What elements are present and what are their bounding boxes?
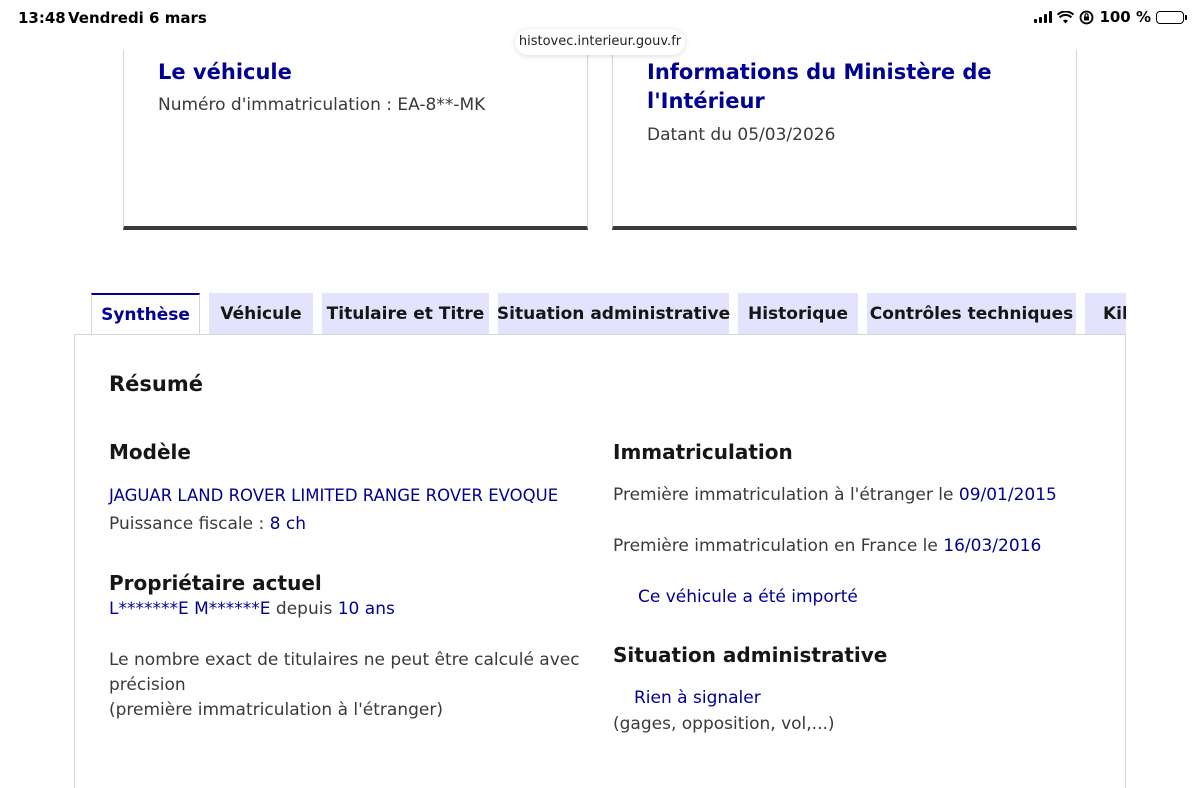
vehicle-card-title: Le véhicule: [158, 60, 292, 84]
tab-controles-techniques[interactable]: Contrôles techniques: [867, 293, 1076, 335]
admin-status-link[interactable]: Rien à signaler: [634, 688, 761, 708]
france-registration: Première immatriculation en France le 16…: [613, 534, 1041, 559]
tab-kilometrage[interactable]: Kilométrage: [1085, 293, 1126, 335]
signal-icon: [1034, 11, 1053, 23]
status-date: Vendredi 6 mars: [68, 9, 207, 27]
wifi-icon: [1057, 10, 1075, 23]
ministry-title-line2: l'Intérieur: [647, 89, 765, 113]
owner-name: L*******E M******E: [109, 599, 271, 619]
tab-bar: Synthèse Véhicule Titulaire et Titre Sit…: [91, 293, 1126, 335]
data-date-label: Datant du: [647, 125, 738, 145]
owner-heading: Propriétaire actuel: [109, 571, 322, 595]
imported-vehicle-link[interactable]: Ce véhicule a été importé: [638, 587, 858, 607]
foreign-registration: Première immatriculation à l'étranger le…: [613, 483, 1057, 508]
fiscal-power: Puissance fiscale : 8 ch: [109, 512, 306, 537]
owner-note-line3: (première immatriculation à l'étranger): [109, 700, 443, 720]
vehicle-card: Le véhicule Numéro d'immatriculation : E…: [123, 50, 588, 230]
battery-percent: 100 %: [1099, 8, 1151, 26]
plate-value: EA-8**-MK: [397, 95, 486, 115]
ministry-title-line1: Informations du Ministère de: [647, 60, 992, 84]
tab-synthese[interactable]: Synthèse: [91, 293, 200, 335]
france-registration-date: 16/03/2016: [943, 536, 1042, 556]
status-indicators: 100 %: [1034, 8, 1187, 26]
fiscal-power-value: 8 ch: [269, 514, 306, 534]
owner-line: L*******E M******E depuis 10 ans: [109, 597, 395, 622]
summary-panel: Résumé Modèle JAGUAR LAND ROVER LIMITED …: [74, 334, 1126, 788]
owner-note-line2: précision: [109, 675, 186, 695]
foreign-registration-date: 09/01/2015: [958, 485, 1057, 505]
browser-url-bar[interactable]: histovec.interieur.gouv.fr: [515, 29, 685, 55]
data-date: Datant du 05/03/2026: [647, 125, 835, 145]
registration-heading: Immatriculation: [613, 440, 793, 464]
status-time: 13:48: [18, 9, 66, 27]
owner-note-line1: Le nombre exact de titulaires ne peut êt…: [109, 650, 580, 670]
owner-count-note: Le nombre exact de titulaires ne peut êt…: [109, 648, 580, 723]
plate-number: Numéro d'immatriculation : EA-8**-MK: [158, 95, 485, 115]
model-name: JAGUAR LAND ROVER LIMITED RANGE ROVER EV…: [109, 486, 559, 505]
tab-vehicule[interactable]: Véhicule: [209, 293, 313, 335]
summary-title: Résumé: [109, 372, 203, 396]
owner-since-value: 10 ans: [337, 599, 395, 619]
plate-label: Numéro d'immatriculation :: [158, 95, 398, 115]
tab-titulaire-et-titre[interactable]: Titulaire et Titre: [322, 293, 489, 335]
data-date-value: 05/03/2026: [737, 125, 836, 145]
battery-icon: [1156, 10, 1187, 24]
tab-historique[interactable]: Historique: [738, 293, 858, 335]
ministry-card: Informations du Ministère de l'Intérieur…: [612, 50, 1077, 230]
admin-heading: Situation administrative: [613, 643, 888, 667]
fiscal-power-label: Puissance fiscale :: [109, 514, 270, 534]
rotation-lock-icon: [1080, 10, 1094, 24]
ministry-card-title: Informations du Ministère de l'Intérieur: [647, 58, 992, 116]
tab-situation-administrative[interactable]: Situation administrative: [497, 293, 730, 335]
model-heading: Modèle: [109, 440, 191, 464]
owner-since-label: depuis: [270, 599, 338, 619]
foreign-registration-label: Première immatriculation à l'étranger le: [613, 485, 959, 505]
france-registration-label: Première immatriculation en France le: [613, 536, 944, 556]
admin-status-detail: (gages, opposition, vol,...): [613, 714, 835, 734]
